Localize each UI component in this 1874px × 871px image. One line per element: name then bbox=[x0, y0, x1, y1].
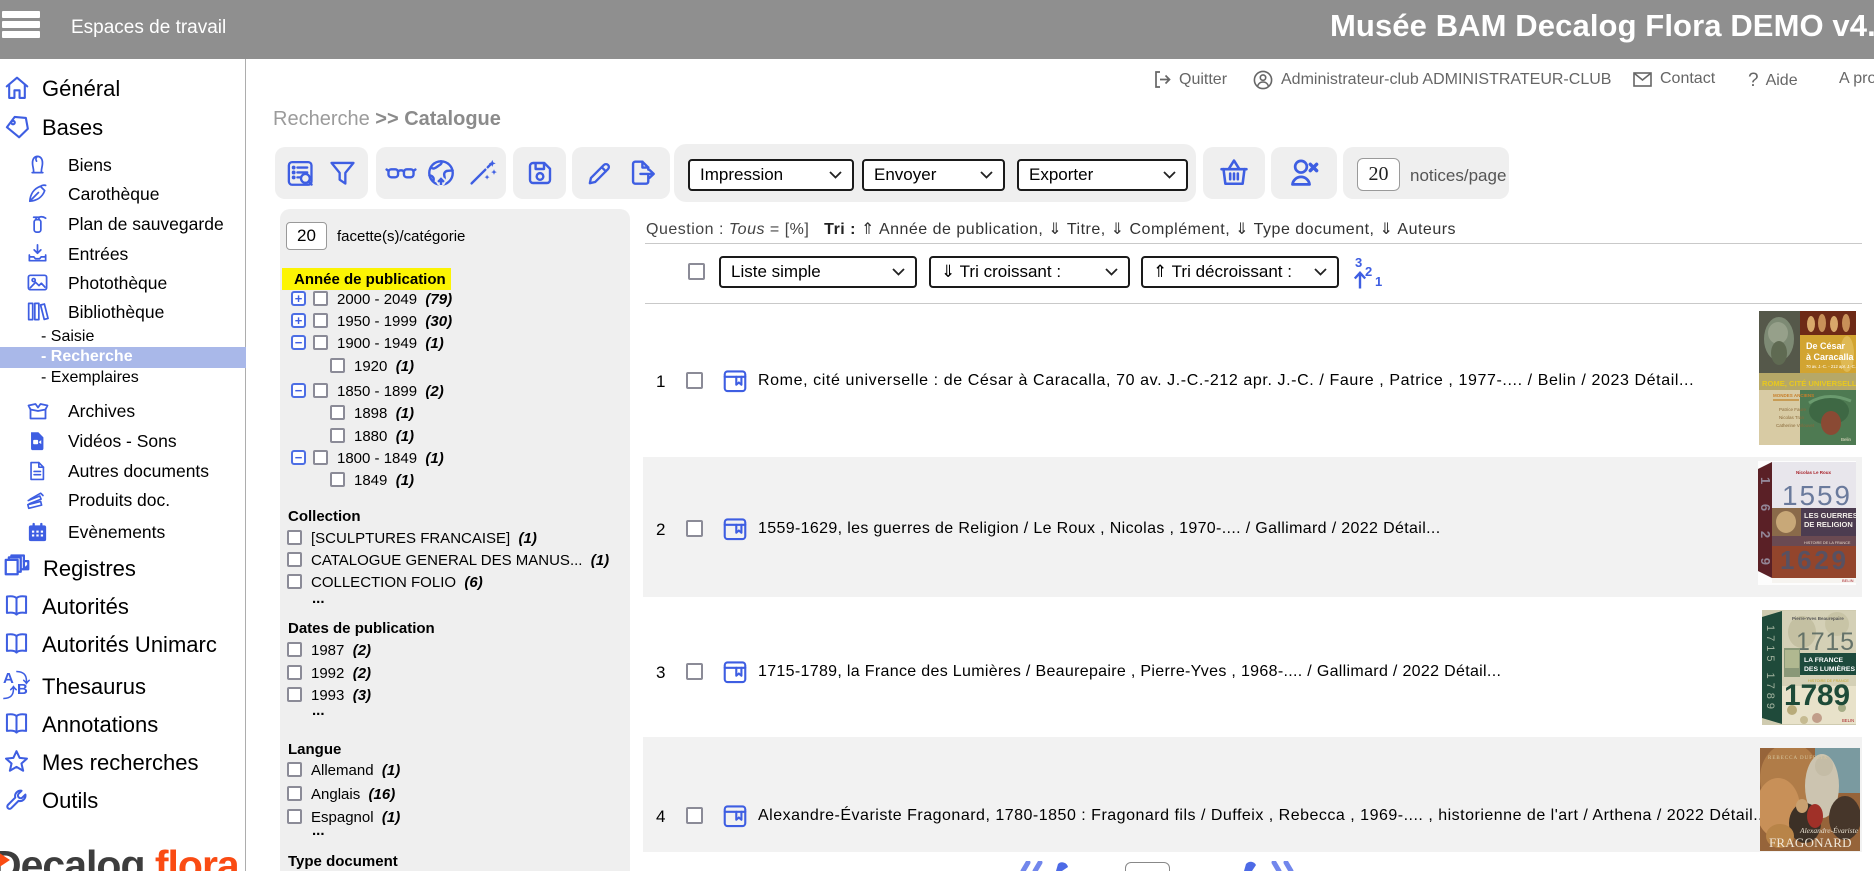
svg-text:Pierre-Yves Beaurepaire: Pierre-Yves Beaurepaire bbox=[1792, 616, 1844, 621]
svg-text:Alexandre-Évariste: Alexandre-Évariste bbox=[1799, 825, 1859, 835]
svg-text:1715: 1715 bbox=[1796, 628, 1854, 656]
svg-text:LA FRANCE: LA FRANCE bbox=[1804, 657, 1843, 664]
svg-text:BELIN: BELIN bbox=[1842, 578, 1854, 583]
svg-text:1789: 1789 bbox=[1784, 679, 1850, 712]
svg-text:DE RELIGION: DE RELIGION bbox=[1804, 520, 1853, 529]
svg-text:Patrice Faure: Patrice Faure bbox=[1779, 407, 1807, 412]
svg-text:MONDES ANCIENS: MONDES ANCIENS bbox=[1773, 393, 1814, 398]
svg-text:Catherine Virlouvet: Catherine Virlouvet bbox=[1776, 423, 1815, 428]
svg-text:à Caracalla: à Caracalla bbox=[1806, 352, 1855, 362]
svg-text:Nicolas Le Roux: Nicolas Le Roux bbox=[1796, 470, 1832, 475]
svg-text:LES GUERRES: LES GUERRES bbox=[1804, 511, 1856, 520]
svg-text:1715 1789: 1715 1789 bbox=[1764, 625, 1776, 709]
svg-text:1559: 1559 bbox=[1782, 480, 1850, 511]
svg-text:FRAGONARD: FRAGONARD bbox=[1769, 835, 1853, 850]
svg-text:De César: De César bbox=[1806, 341, 1846, 351]
svg-text:REBECCA DUFFEIX: REBECCA DUFFEIX bbox=[1768, 756, 1828, 761]
svg-text:70 av. J.-C. - 212 apr. J.-C.: 70 av. J.-C. - 212 apr. J.-C. bbox=[1806, 364, 1856, 369]
svg-text:DES LUMIÈRES: DES LUMIÈRES bbox=[1804, 664, 1855, 673]
svg-text:Belin: Belin bbox=[1841, 437, 1852, 442]
svg-text:ROME, CITÉ UNIVERSELLE: ROME, CITÉ UNIVERSELLE bbox=[1762, 379, 1856, 388]
svg-text:Nicolas Tran: Nicolas Tran bbox=[1779, 415, 1805, 420]
svg-text:BELIN: BELIN bbox=[1842, 718, 1854, 723]
